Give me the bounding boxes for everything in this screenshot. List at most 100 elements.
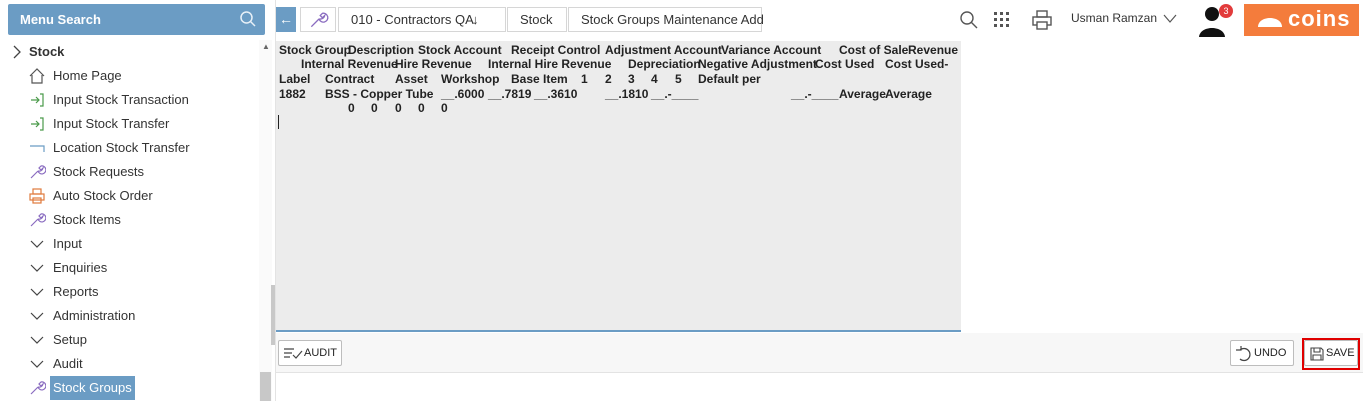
sidebar-scroll-thumb[interactable] [271,285,275,345]
printer-icon [29,188,45,204]
sidebar-item-administration[interactable]: Administration [0,304,258,328]
column-header: Cost Used- [885,57,949,71]
sidebar-item-enquiries[interactable]: Enquiries [0,256,258,280]
chevron-down-icon [30,360,44,368]
cell-stock-account[interactable]: __.6000 [441,87,484,101]
sidebar-item-stock-groups[interactable]: Stock Groups [0,376,258,400]
sidebar-item-auto-stock-order[interactable]: Auto Stock Order [0,184,258,208]
search-icon[interactable] [959,10,979,30]
printer-icon[interactable] [1031,9,1053,31]
app-root: Menu Search Stock Home Page Input Stock … [0,0,1363,401]
cell-value[interactable]: 0 [371,101,378,115]
sidebar-item-label: Location Stock Transfer [53,140,190,155]
breadcrumb-wrench[interactable] [300,7,336,32]
cell-value[interactable]: 0 [418,101,425,115]
column-header: Stock Account [418,43,502,57]
undo-button-label: UNDO [1254,347,1287,359]
column-header: Label [279,72,311,86]
sidebar-item-label: Input Stock Transaction [53,92,189,107]
save-button-label: SAVE [1326,347,1355,359]
sidebar-item-label: Audit [53,356,83,371]
breadcrumb-company[interactable]: 010 - Contractors QA ↓ [338,7,506,32]
column-header: Depreciation [628,57,701,71]
sidebar-item-audit[interactable]: Audit [0,352,258,376]
column-header: Base Item [511,72,568,86]
back-button[interactable]: ← [276,7,296,32]
column-header: Revenue [908,43,959,57]
breadcrumb-page: Stock Groups Maintenance Add [568,7,764,32]
sidebar-item-input-stock-transfer[interactable]: Input Stock Transfer [0,112,258,136]
cell-receipt-control[interactable]: __.7819 [488,87,531,101]
column-header: Workshop [441,72,500,86]
sidebar-item-label: Stock Items [53,212,121,227]
column-header: 4 [651,72,658,86]
chevron-down-icon [30,312,44,320]
sidebar-scroll-thumb-lower[interactable] [260,372,271,401]
sidebar-item-label: Enquiries [53,260,108,275]
arrow-left-icon: ← [279,11,293,27]
apps-grid-icon[interactable] [993,11,1011,29]
cell-value[interactable]: 0 [441,101,448,115]
stock-groups-grid [276,41,961,332]
chevron-down-icon [30,288,44,296]
text-cursor [278,115,279,129]
menu-search-label: Menu Search [20,12,101,27]
sidebar-scrollbar[interactable] [259,40,272,401]
column-header: Cost of Sale [839,43,909,57]
sidebar-item-home-page[interactable]: Home Page [0,64,258,88]
sidebar-item-label: Reports [53,284,99,299]
coins-logo[interactable]: coins [1244,4,1359,36]
breadcrumb-module[interactable]: Stock [507,7,567,32]
audit-list-icon [284,348,303,359]
cell-cost-used[interactable]: Average [839,87,886,101]
menu-search-bar[interactable]: Menu Search [8,4,265,35]
sidebar-item-label: Stock Groups [50,376,135,400]
cell-stock-group[interactable]: 1882 [279,87,306,101]
sidebar: Menu Search Stock Home Page Input Stock … [0,0,276,401]
column-header: Contract [325,72,375,86]
chevron-down-icon [30,336,44,344]
breadcrumb-page-label: Stock Groups Maintenance Add [581,12,764,27]
sidebar-item-input-stock-transaction[interactable]: Input Stock Transaction [0,88,258,112]
cell-adjustment-account[interactable]: __.3610 [534,87,577,101]
column-header: 1 [581,72,588,86]
chevron-right-icon [13,45,21,59]
arrow-down-icon: ↓ [472,12,479,27]
cell-description[interactable]: BSS - Copper Tube [325,87,433,101]
sidebar-item-stock[interactable]: Stock [0,40,258,64]
column-header: Internal Revenue [301,57,398,71]
sidebar-item-label: Auto Stock Order [53,188,153,203]
sidebar-item-label: Input Stock Transfer [53,116,170,131]
cell-value[interactable]: 0 [348,101,355,115]
audit-button[interactable]: AUDIT [278,340,342,366]
home-icon [29,68,45,84]
undo-button[interactable]: UNDO [1230,340,1294,366]
column-header: Adjustment Account [605,43,722,57]
breadcrumb-module-label: Stock [520,12,553,27]
sidebar-item-stock-requests[interactable]: Stock Requests [0,160,258,184]
bottom-toolbar [276,333,1363,373]
cell-value[interactable]: 0 [395,101,402,115]
search-icon[interactable] [239,10,257,28]
sidebar-item-label: Setup [53,332,87,347]
wrench-icon [30,381,46,395]
user-name[interactable]: Usman Ramzan [1071,11,1157,25]
sidebar-item-input[interactable]: Input [0,232,258,256]
sidebar-item-reports[interactable]: Reports [0,280,258,304]
sidebar-item-setup[interactable]: Setup [0,328,258,352]
scroll-up-icon[interactable]: ▲ [262,42,270,51]
sidebar-item-label: Stock Requests [53,164,145,179]
column-header: Negative Adjustment [698,57,817,71]
sidebar-item-location-stock-transfer[interactable]: Location Stock Transfer [0,136,258,160]
notification-badge[interactable]: 3 [1219,4,1233,18]
undo-icon [1236,346,1251,362]
breadcrumb-company-label: 010 - Contractors QA [351,12,474,27]
chevron-down-icon[interactable] [1163,13,1177,25]
sidebar-item-stock-items[interactable]: Stock Items [0,208,258,232]
cell-cost-of-sale[interactable]: __.-____ [651,87,698,101]
save-button[interactable]: SAVE [1304,340,1358,366]
cell-revenue[interactable]: __.-____ [791,87,838,101]
wrench-icon [310,12,329,28]
cell-variance-account[interactable]: __.1810 [605,87,648,101]
cell-cost-used-alt[interactable]: Average [885,87,932,101]
